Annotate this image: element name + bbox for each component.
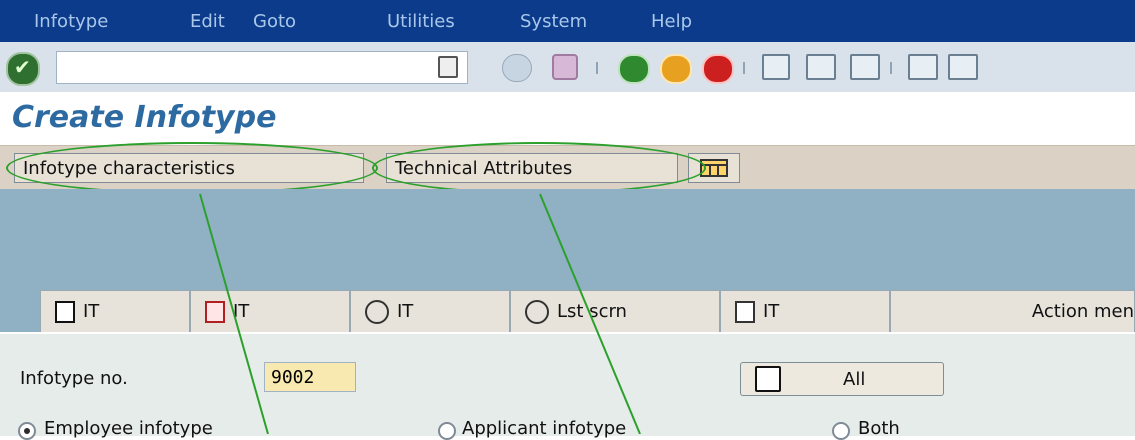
infotype-no-label: Infotype no.: [20, 368, 128, 389]
toolbar-separator: [743, 62, 745, 74]
form-area: Infotype no. 9002 All Employee infotype …: [0, 332, 1135, 440]
find-next-icon[interactable]: [850, 54, 880, 80]
toolbar-separator: [596, 62, 598, 74]
command-field-menu-icon[interactable]: [438, 56, 458, 78]
new-document-icon: [55, 300, 75, 323]
tab-spiral[interactable]: IT: [350, 290, 510, 332]
previous-page-icon[interactable]: [948, 54, 978, 80]
menu-infotype[interactable]: Infotype: [34, 11, 108, 32]
tab-label: IT: [83, 301, 100, 322]
document-icon: [755, 366, 781, 392]
back-icon[interactable]: [618, 54, 650, 84]
tab-new-document[interactable]: IT: [40, 290, 190, 332]
first-page-icon[interactable]: [908, 54, 938, 80]
menu-help[interactable]: Help: [651, 11, 692, 32]
exit-icon[interactable]: [660, 54, 692, 84]
trash-icon: [735, 300, 755, 323]
tab-copy[interactable]: IT: [190, 290, 350, 332]
tab-delete[interactable]: IT: [720, 290, 890, 332]
tab-label: Action men: [1031, 301, 1134, 322]
menu-bar: Infotype Edit Goto Utilities System Help: [0, 0, 1135, 42]
application-toolbar: Infotype characteristics Technical Attri…: [0, 142, 1135, 194]
title-area: Create Infotype: [0, 92, 1135, 145]
menu-utilities[interactable]: Utilities: [387, 11, 455, 32]
spiral-icon: [525, 299, 549, 324]
spiral-icon: [365, 299, 389, 324]
tab-list-screen[interactable]: Lst scrn: [510, 290, 720, 332]
copy-icon: [205, 300, 225, 323]
cancel-icon[interactable]: [702, 54, 734, 84]
both-label: Both: [858, 418, 900, 439]
print-icon[interactable]: [762, 54, 790, 80]
system-toolbar: [0, 42, 1135, 93]
tab-label: IT: [763, 301, 780, 322]
check-icon[interactable]: [6, 52, 40, 86]
find-icon[interactable]: [806, 54, 836, 80]
applicant-infotype-label: Applicant infotype: [462, 418, 627, 439]
tabstrip: IT IT IT Lst scrn IT Action men: [0, 282, 1135, 332]
employee-infotype-label: Employee infotype: [44, 418, 213, 439]
menu-goto[interactable]: Goto: [253, 11, 296, 32]
all-button-label: All: [843, 368, 866, 390]
tab-label: IT: [397, 301, 414, 322]
command-field[interactable]: [56, 51, 468, 84]
toolbar-separator: [890, 62, 892, 74]
all-button[interactable]: All: [740, 362, 944, 396]
page-title: Create Infotype: [12, 100, 277, 135]
tab-label: IT: [233, 301, 250, 322]
employee-infotype-radio[interactable]: [18, 422, 36, 440]
both-radio[interactable]: [832, 422, 850, 440]
annotation-circle: [372, 142, 706, 194]
save-icon[interactable]: [552, 54, 578, 80]
tab-label: Lst scrn: [557, 301, 627, 322]
infotype-no-input[interactable]: 9002: [264, 362, 356, 392]
tab-action-menu[interactable]: Action men: [890, 290, 1135, 332]
back-arrow-icon[interactable]: [502, 54, 532, 82]
menu-edit[interactable]: Edit: [190, 11, 225, 32]
menu-system[interactable]: System: [520, 11, 587, 32]
annotation-circle: [6, 142, 378, 194]
applicant-infotype-radio[interactable]: [438, 422, 456, 440]
